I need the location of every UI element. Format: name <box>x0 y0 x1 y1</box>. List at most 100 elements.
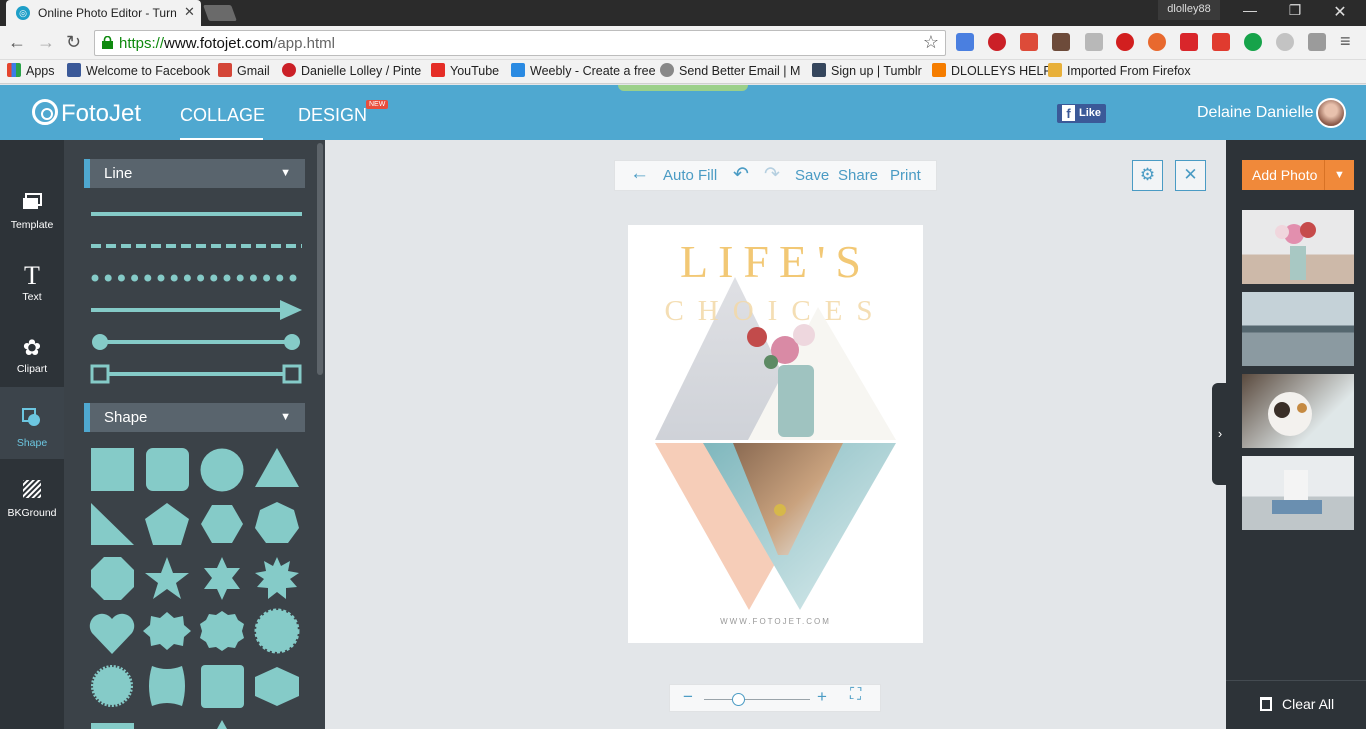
facebook-like-button[interactable]: Like <box>1057 104 1106 123</box>
line-square-end-left <box>90 364 110 384</box>
auto-fill-button[interactable]: Auto Fill <box>663 167 717 184</box>
pinterest-extension-icon[interactable] <box>988 33 1006 51</box>
new-tab-button[interactable] <box>203 5 237 21</box>
chrome-menu-icon[interactable]: ≡ <box>1340 31 1351 52</box>
lock-icon <box>102 36 113 49</box>
photo-thumb-flowers[interactable] <box>1242 210 1354 284</box>
redo-icon[interactable]: ↷ <box>764 163 780 186</box>
minimize-icon[interactable]: — <box>1235 2 1265 18</box>
bookmark-pinterest[interactable]: Danielle Lolley / Pinte <box>282 63 421 78</box>
zoom-out-icon[interactable]: − <box>683 687 693 707</box>
check-extension-icon[interactable] <box>1276 33 1294 51</box>
photo-thumb-cat[interactable] <box>1242 374 1354 448</box>
grammarly-extension-icon[interactable] <box>1244 33 1262 51</box>
weebly-icon <box>511 63 525 77</box>
rail-item-text[interactable]: T Text <box>0 243 64 315</box>
undo-icon[interactable]: ↶ <box>733 163 749 186</box>
new-badge: NEW <box>366 100 389 109</box>
line-styles <box>90 212 306 384</box>
tumblr-icon <box>812 63 826 77</box>
adblock-extension-icon[interactable] <box>1116 33 1134 51</box>
rail-item-shape[interactable]: Shape <box>0 387 64 459</box>
bookmark-gmail[interactable]: Gmail <box>218 63 270 78</box>
fotojet-logo[interactable]: FotoJet <box>32 99 141 128</box>
crx-extension-icon[interactable] <box>1212 33 1230 51</box>
mail-extension-icon[interactable] <box>1085 33 1103 51</box>
add-photo-button[interactable]: Add Photo ▼ <box>1242 160 1354 190</box>
user-extension-icon[interactable] <box>1308 33 1326 51</box>
zoom-slider-track[interactable] <box>704 699 810 700</box>
vase <box>778 365 814 437</box>
shape-scalloped-circle <box>254 608 300 654</box>
close-window-icon[interactable]: ✕ <box>1325 2 1355 22</box>
translate-extension-icon[interactable] <box>956 33 974 51</box>
logo-icon <box>32 99 58 125</box>
shape-section-header[interactable]: Shape ▼ <box>84 403 305 432</box>
zoom-slider-knob[interactable] <box>731 693 745 706</box>
bookmark-imported-folder[interactable]: Imported From Firefox <box>1048 63 1191 78</box>
bookmark-weebly[interactable]: Weebly - Create a free <box>511 63 656 78</box>
close-editor-button[interactable]: ✕ <box>1175 160 1206 191</box>
fullscreen-icon[interactable]: ⛶ <box>850 686 861 704</box>
bookmark-facebook[interactable]: Welcome to Facebook <box>67 63 210 78</box>
shape-hexagon <box>201 505 243 543</box>
youtube-icon <box>431 63 445 77</box>
reload-icon[interactable]: ↻ <box>66 32 81 53</box>
bookmark-apps[interactable]: Apps <box>7 63 55 78</box>
shape-right-triangle <box>91 503 134 545</box>
bookmark-youtube[interactable]: YouTube <box>431 63 499 78</box>
shape-star-burst <box>255 557 299 599</box>
avatar[interactable] <box>1316 98 1346 128</box>
print-button[interactable]: Print <box>890 167 921 184</box>
tool-rail: Template T Text ✿ Clipart Shape BKGround <box>0 140 64 729</box>
clear-all-button[interactable]: Clear All <box>1226 680 1366 720</box>
pdf-extension-icon[interactable] <box>1180 33 1198 51</box>
back-arrow-icon[interactable]: ← <box>630 163 649 185</box>
settings-gear-button[interactable]: ⚙ <box>1132 160 1163 191</box>
address-bar[interactable]: https://www.fotojet.com/app.html ☆ <box>94 30 946 56</box>
poster-canvas[interactable]: LIFE'S CHOICES WWW.FOTOJET.COM <box>628 225 923 643</box>
share-button[interactable]: Share <box>838 167 878 184</box>
save-button[interactable]: Save <box>795 167 829 184</box>
rail-item-template[interactable]: Template <box>0 171 64 243</box>
leaf <box>764 355 778 369</box>
shape-rounded-square <box>146 448 189 491</box>
panel-scrollbar[interactable] <box>317 143 323 375</box>
poster-footer[interactable]: WWW.FOTOJET.COM <box>628 617 923 626</box>
poster-subtitle[interactable]: CHOICES <box>628 295 923 328</box>
window-user-badge[interactable]: dlolley88 <box>1158 0 1220 20</box>
bookmark-dlolleys-help[interactable]: DLOLLEYS HELP <box>932 63 1052 78</box>
flower-red <box>747 327 767 347</box>
photo-panel-toggle[interactable]: › <box>1212 383 1228 485</box>
tab-close-icon[interactable]: ✕ <box>184 4 195 20</box>
google-plus-extension-icon[interactable] <box>1020 33 1038 51</box>
notification-pill[interactable] <box>618 85 748 91</box>
browser-tab[interactable]: ◎ Online Photo Editor - Turn ✕ <box>6 0 201 26</box>
line-arrow-head <box>280 300 302 320</box>
line-square-end-right <box>282 364 302 384</box>
chevron-down-icon[interactable]: ▼ <box>1324 160 1354 190</box>
photo-thumb-bridge[interactable] <box>1242 292 1354 366</box>
user-name[interactable]: Delaine Danielle <box>1197 104 1314 122</box>
shape-octagon <box>91 557 134 600</box>
rail-item-clipart[interactable]: ✿ Clipart <box>0 315 64 387</box>
bookmark-tumblr[interactable]: Sign up | Tumblr <box>812 63 922 78</box>
tab-design[interactable]: DESIGN <box>298 105 367 126</box>
bookmark-star-icon[interactable]: ☆ <box>923 32 939 53</box>
shape-partial-1 <box>91 723 134 729</box>
zoom-in-icon[interactable]: + <box>817 687 827 707</box>
tab-collage[interactable]: COLLAGE <box>180 105 265 141</box>
back-icon[interactable]: ← <box>8 32 26 53</box>
bookmark-send-email[interactable]: Send Better Email | M <box>660 63 800 78</box>
instagram-extension-icon[interactable] <box>1052 33 1070 51</box>
notification-extension-icon[interactable] <box>1148 33 1166 51</box>
rail-item-background[interactable]: BKGround <box>0 459 64 531</box>
folder-icon <box>1048 63 1062 77</box>
poster-title[interactable]: LIFE'S <box>628 235 923 288</box>
photo-thumb-girl[interactable] <box>1242 456 1354 530</box>
shape-heart <box>89 613 135 654</box>
forward-icon[interactable]: → <box>37 32 55 53</box>
line-section-header[interactable]: Line ▼ <box>84 159 305 188</box>
shape-heptagon <box>255 502 299 543</box>
restore-icon[interactable]: ❐ <box>1280 2 1310 19</box>
